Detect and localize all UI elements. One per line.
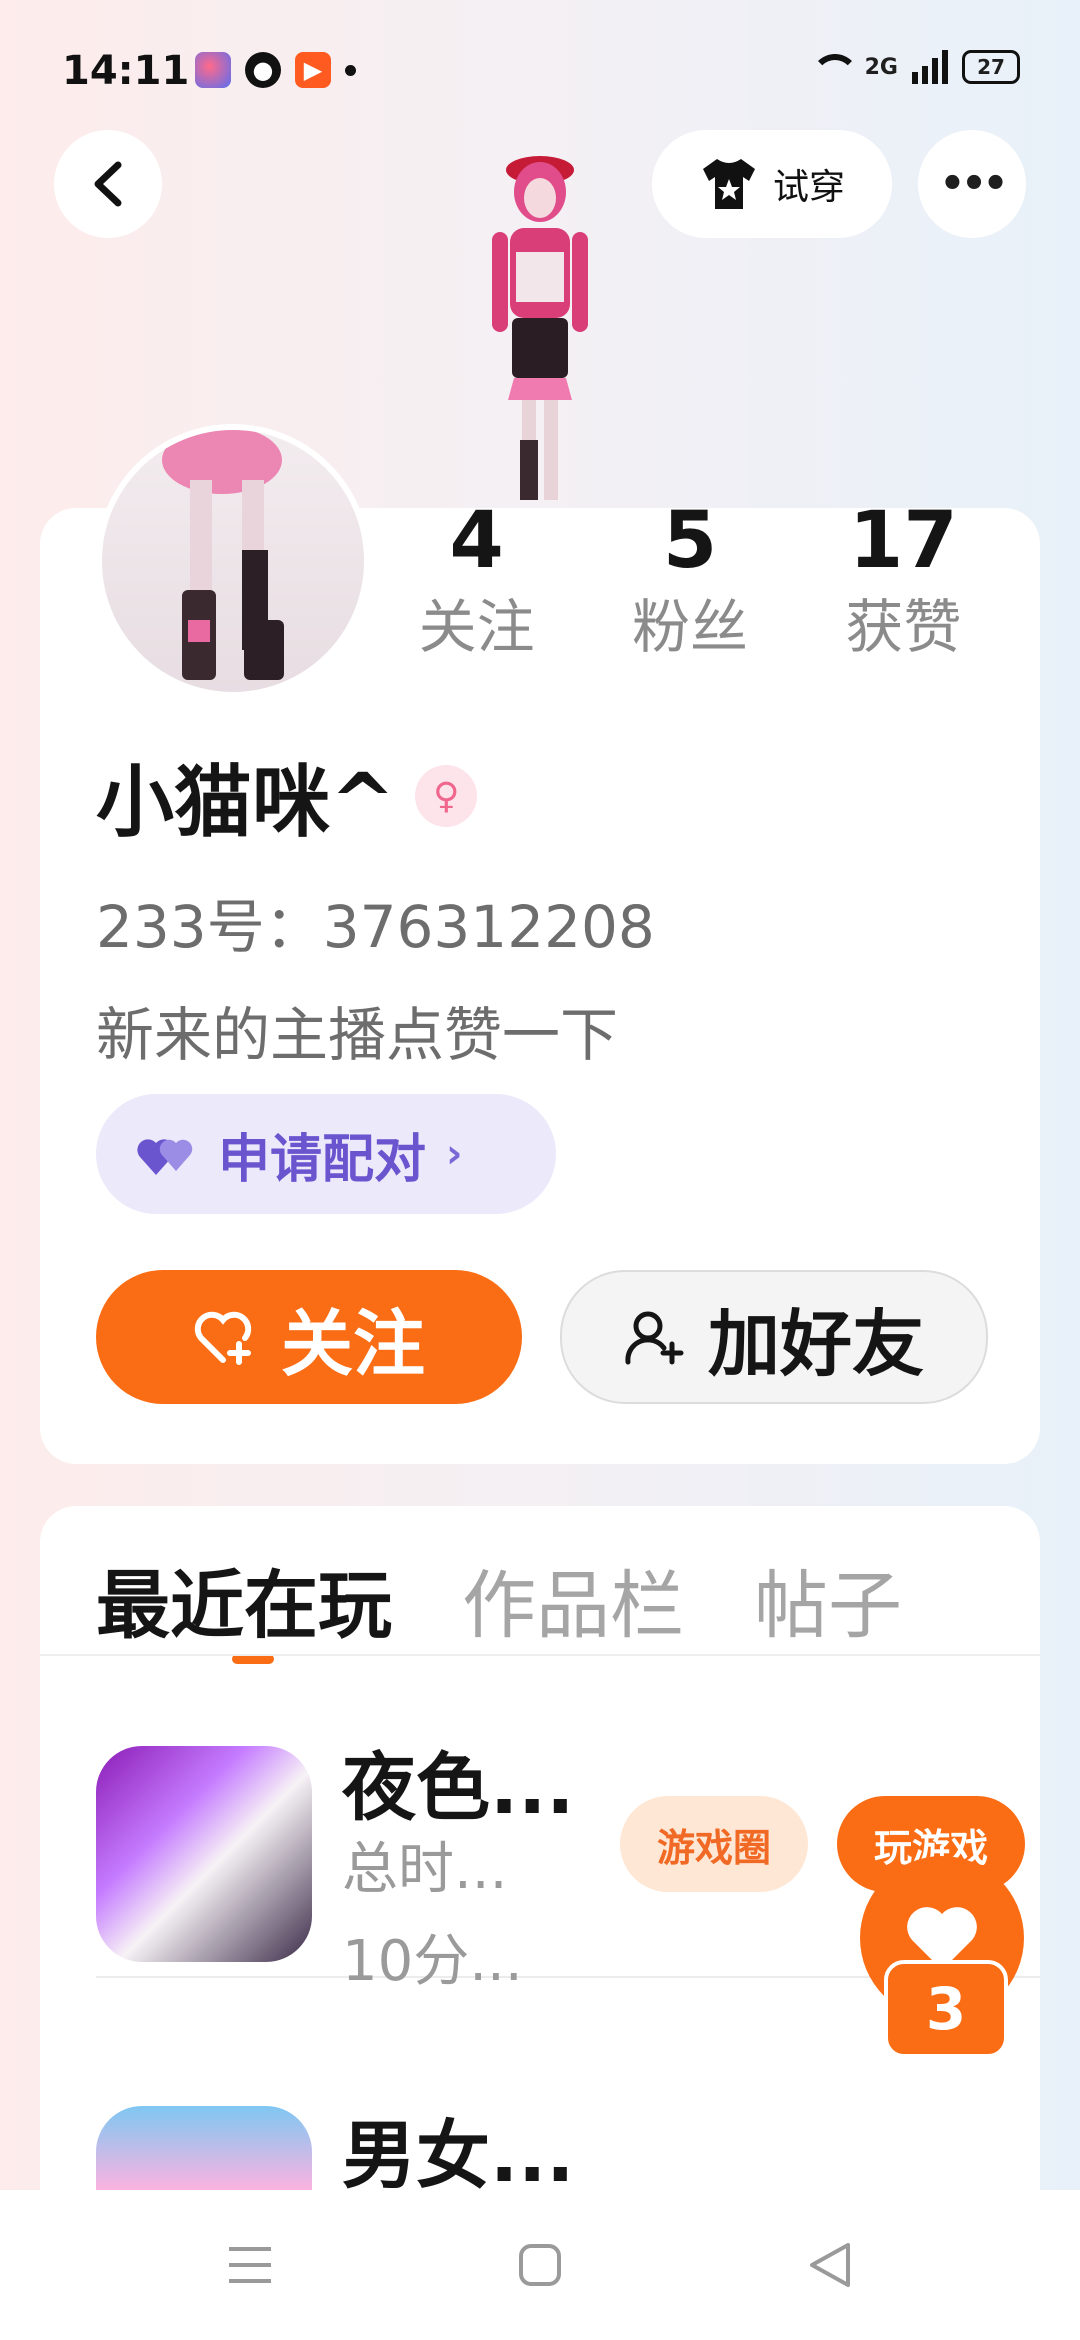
like-count-badge: 3 (884, 1960, 1008, 2058)
notification-icons: ● ▶ (195, 52, 356, 88)
add-friend-button[interactable]: 加好友 (560, 1270, 988, 1404)
signal-icon (912, 50, 948, 84)
more-notifications-dot (345, 64, 356, 76)
try-on-label: 试穿 (772, 167, 845, 208)
battery-icon: 27 (962, 50, 1020, 84)
square-icon (519, 2244, 561, 2286)
menu-icon (229, 2247, 271, 2283)
stat-label: 粉丝 (631, 593, 748, 661)
profile-stats: 4 关注 5 粉丝 17 获赞 (370, 495, 1010, 667)
game-title: 男女... (342, 2113, 575, 2199)
apply-pair-label: 申请配对 (218, 1129, 427, 1190)
game-icon (96, 1746, 312, 1962)
status-time: 14:11 (62, 48, 190, 94)
game-title: 夜色... (342, 1745, 575, 1831)
add-user-icon (625, 1311, 684, 1365)
back-nav-button[interactable] (790, 2235, 870, 2295)
chevron-left-icon (94, 161, 122, 207)
profile-name-row: 小猫咪^ ♀ (96, 740, 478, 852)
chevron-right-icon: › (446, 1131, 463, 1177)
status-bar: 14:11 ● ▶ 2G 27 (0, 0, 1080, 140)
avatar[interactable] (96, 424, 370, 698)
profile-id: 233号：376312208 (96, 893, 655, 961)
game-playtime-label: 总时... (342, 1837, 508, 1902)
try-on-button[interactable]: 试穿 (652, 130, 892, 238)
more-dots-icon: ••• (939, 161, 1009, 207)
follow-button[interactable]: 关注 (96, 1270, 522, 1404)
tab-recently-played[interactable]: 最近在玩 (96, 1546, 392, 1664)
app-notification-icon (195, 52, 231, 88)
tab-posts[interactable]: 帖子 (754, 1546, 902, 1653)
wifi-icon (807, 50, 859, 84)
game-circle-button[interactable]: 游戏圈 (620, 1796, 808, 1892)
video-app-icon: ▶ (295, 52, 331, 88)
stat-followers[interactable]: 5 粉丝 (632, 495, 748, 667)
apply-pair-button[interactable]: 申请配对 › (96, 1094, 556, 1214)
triangle-back-icon (810, 2243, 850, 2287)
system-status-icons: 2G 27 (807, 50, 1020, 84)
tabs-divider (40, 1654, 1040, 1656)
profile-name: 小猫咪^ (96, 758, 396, 848)
home-nav-button[interactable] (500, 2235, 580, 2295)
menu-nav-button[interactable] (210, 2235, 290, 2295)
stat-value: 4 (449, 496, 504, 586)
stat-value: 5 (662, 496, 718, 586)
stat-value: 17 (849, 496, 958, 586)
stat-likes[interactable]: 17 获赞 (845, 495, 961, 667)
add-friend-label: 加好友 (707, 1301, 924, 1386)
female-gender-icon: ♀ (415, 765, 478, 827)
wechat-icon: ● (245, 52, 281, 88)
network-type-label: 2G (864, 54, 898, 80)
profile-bio: 新来的主播点赞一下 (96, 1001, 619, 1069)
character-avatar-figure[interactable] (440, 140, 640, 510)
heart-plus-icon (194, 1311, 252, 1365)
more-options-button[interactable]: ••• (918, 130, 1026, 238)
stat-label: 关注 (418, 593, 535, 661)
back-button[interactable] (54, 130, 162, 238)
profile-tabs: 最近在玩 作品栏 帖子 (96, 1546, 902, 1664)
system-navigation-bar (0, 2190, 1080, 2340)
follow-label: 关注 (280, 1301, 425, 1386)
tab-works[interactable]: 作品栏 (462, 1546, 684, 1653)
stat-following[interactable]: 4 关注 (419, 495, 535, 667)
game-playtime-value: 10分... (342, 1929, 523, 1994)
double-heart-icon (137, 1139, 193, 1175)
battery-level: 27 (977, 55, 1005, 79)
tshirt-icon (702, 159, 755, 209)
avatar-image (162, 430, 284, 680)
stat-label: 获赞 (845, 593, 962, 661)
